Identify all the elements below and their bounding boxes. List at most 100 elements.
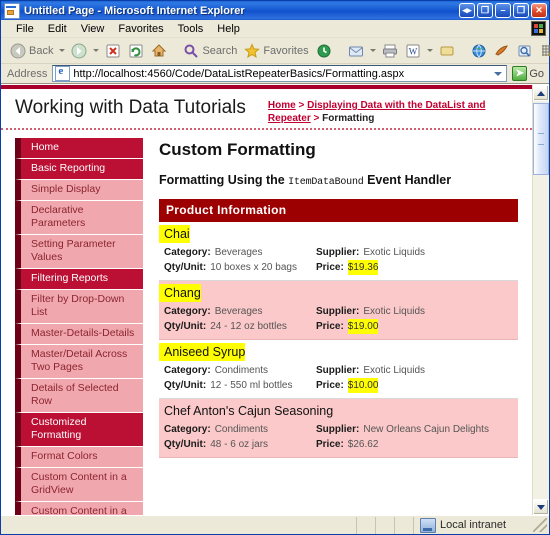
maximize-button[interactable]: ❐	[513, 3, 529, 18]
fill-forms-icon	[540, 43, 550, 59]
category-label: Category:	[164, 424, 211, 435]
scroll-up-icon[interactable]	[533, 85, 549, 101]
home-button[interactable]	[148, 41, 170, 61]
sidebar-item-basic-reporting[interactable]: Basic Reporting	[15, 159, 143, 180]
sidebar-nav: Home Basic Reporting Simple Display Decl…	[15, 138, 143, 515]
breadcrumb: Home > Displaying Data with the DataList…	[268, 95, 522, 125]
menu-view[interactable]: View	[74, 22, 112, 36]
sidebar-item-custom-content-in-a-detailsview[interactable]: Custom Content in a DetailsView	[15, 502, 143, 515]
back-button[interactable]: Back	[7, 41, 56, 61]
product-name: Chai	[159, 225, 190, 243]
price-label: Price:	[316, 321, 344, 332]
research-button[interactable]	[514, 41, 536, 61]
edit-word-button[interactable]: W	[402, 41, 424, 61]
close-button[interactable]: ✕	[531, 3, 547, 18]
messenger-button[interactable]	[491, 41, 513, 61]
sidebar-item-filtering-reports[interactable]: Filtering Reports	[15, 269, 143, 290]
discuss-button[interactable]	[436, 41, 458, 61]
address-history-dropdown-icon[interactable]	[490, 66, 505, 81]
product-fields: Category: Beverages Supplier: Exotic Liqui…	[159, 245, 518, 275]
scrollbar-thumb[interactable]	[533, 103, 549, 175]
sidebar-item-master-detail-across-two-pages[interactable]: Master/Detail Across Two Pages	[15, 345, 143, 379]
window-controls: ◂▸ ❐ – ❐ ✕	[459, 3, 547, 18]
messenger-icon	[494, 43, 510, 59]
sidebar-item-customized-formatting[interactable]: Customized Formatting	[15, 413, 143, 447]
price-value: $19.36	[347, 260, 379, 275]
search-label: Search	[202, 44, 238, 57]
windows-flag-icon	[531, 21, 546, 36]
history-button[interactable]	[313, 41, 335, 61]
address-bar: Address http://localhost:4560/Code/DataL…	[1, 64, 549, 84]
window-title: Untitled Page - Microsoft Internet Explo…	[24, 4, 245, 17]
site-title: Working with Data Tutorials	[15, 97, 246, 118]
address-url-text: http://localhost:4560/Code/DataListRepea…	[73, 67, 405, 80]
minimize-button[interactable]: –	[495, 3, 511, 18]
browser-toolbar: Back Search Favorites W	[1, 38, 550, 64]
sidebar-item-declarative-parameters[interactable]: Declarative Parameters	[15, 201, 143, 235]
site-banner: Working with Data Tutorials Home > Displ…	[1, 89, 532, 130]
restore-group-button[interactable]: ◂▸	[459, 3, 475, 18]
maximize-icon: ❐	[516, 5, 526, 15]
price-label: Price:	[316, 380, 344, 391]
minimize-group-button[interactable]: ❐	[477, 3, 493, 18]
search-button[interactable]: Search	[180, 41, 240, 61]
qty-value: 48 - 6 oz jars	[210, 439, 269, 450]
search-icon	[183, 43, 199, 59]
qty-label: Qty/Unit:	[164, 321, 207, 332]
breadcrumb-home-link[interactable]: Home	[268, 100, 296, 111]
local-intranet-icon	[420, 517, 436, 533]
security-zone[interactable]: Local intranet	[413, 516, 531, 534]
web-page: Working with Data Tutorials Home > Displ…	[1, 85, 532, 515]
edit-word-icon: W	[405, 43, 421, 59]
back-icon	[10, 43, 26, 59]
home-icon	[151, 43, 167, 59]
scroll-down-icon[interactable]	[533, 499, 549, 515]
forward-dropdown-icon[interactable]	[93, 49, 100, 52]
status-bar: Local intranet	[1, 515, 549, 534]
menu-file[interactable]: File	[9, 22, 41, 36]
supplier-label: Supplier:	[316, 306, 360, 317]
print-button[interactable]	[379, 41, 401, 61]
fill-forms-button[interactable]	[537, 41, 550, 61]
menu-tools[interactable]: Tools	[171, 22, 211, 36]
mail-dropdown-icon[interactable]	[369, 49, 376, 52]
sidebar-item-custom-content-in-a-gridview[interactable]: Custom Content in a GridView	[15, 468, 143, 502]
sidebar-item-simple-display[interactable]: Simple Display	[15, 180, 143, 201]
menu-edit[interactable]: Edit	[41, 22, 74, 36]
product-row: Chef Anton's Cajun Seasoning Category: Co…	[159, 399, 518, 458]
back-label: Back	[29, 44, 54, 57]
minimize-icon: –	[500, 5, 506, 15]
mail-button[interactable]	[345, 41, 367, 61]
favorites-button[interactable]: Favorites	[241, 41, 311, 61]
address-input[interactable]: http://localhost:4560/Code/DataListRepea…	[52, 65, 508, 82]
sidebar-item-filter-by-drop-down-list[interactable]: Filter by Drop-Down List	[15, 290, 143, 324]
resize-grip[interactable]	[533, 518, 547, 532]
edit-dropdown-icon[interactable]	[426, 49, 433, 52]
category-value: Beverages	[214, 247, 263, 258]
scrollbar-track[interactable]	[533, 101, 549, 499]
forward-button[interactable]	[68, 41, 90, 61]
vertical-scrollbar[interactable]	[532, 85, 549, 515]
sidebar-item-format-colors[interactable]: Format Colors	[15, 447, 143, 468]
subtitle-part-1: Formatting Using the	[159, 173, 289, 187]
status-pane-2	[375, 516, 394, 534]
sidebar-item-master-details-details[interactable]: Master-Details-Details	[15, 324, 143, 345]
product-row: Aniseed Syrup Category: Condiments Suppli…	[159, 340, 518, 399]
mail-icon	[348, 43, 364, 59]
sidebar-item-details-of-selected-row[interactable]: Details of Selected Row	[15, 379, 143, 413]
globe-button[interactable]	[468, 41, 490, 61]
qty-value: 12 - 550 ml bottles	[210, 380, 293, 391]
subtitle-part-2: Event Handler	[363, 173, 452, 187]
product-fields: Category: Condiments Supplier: New Orleans…	[159, 422, 518, 452]
back-dropdown-icon[interactable]	[59, 49, 66, 52]
qty-label: Qty/Unit:	[164, 262, 207, 273]
sidebar-item-home[interactable]: Home	[15, 138, 143, 159]
menu-help[interactable]: Help	[210, 22, 247, 36]
stop-button[interactable]	[102, 41, 124, 61]
menu-favorites[interactable]: Favorites	[111, 22, 170, 36]
refresh-button[interactable]	[125, 41, 147, 61]
discuss-icon	[439, 43, 455, 59]
go-button[interactable]: ➤ Go	[512, 66, 546, 81]
sidebar-item-setting-parameter-values[interactable]: Setting Parameter Values	[15, 235, 143, 269]
status-pane-3	[394, 516, 413, 534]
